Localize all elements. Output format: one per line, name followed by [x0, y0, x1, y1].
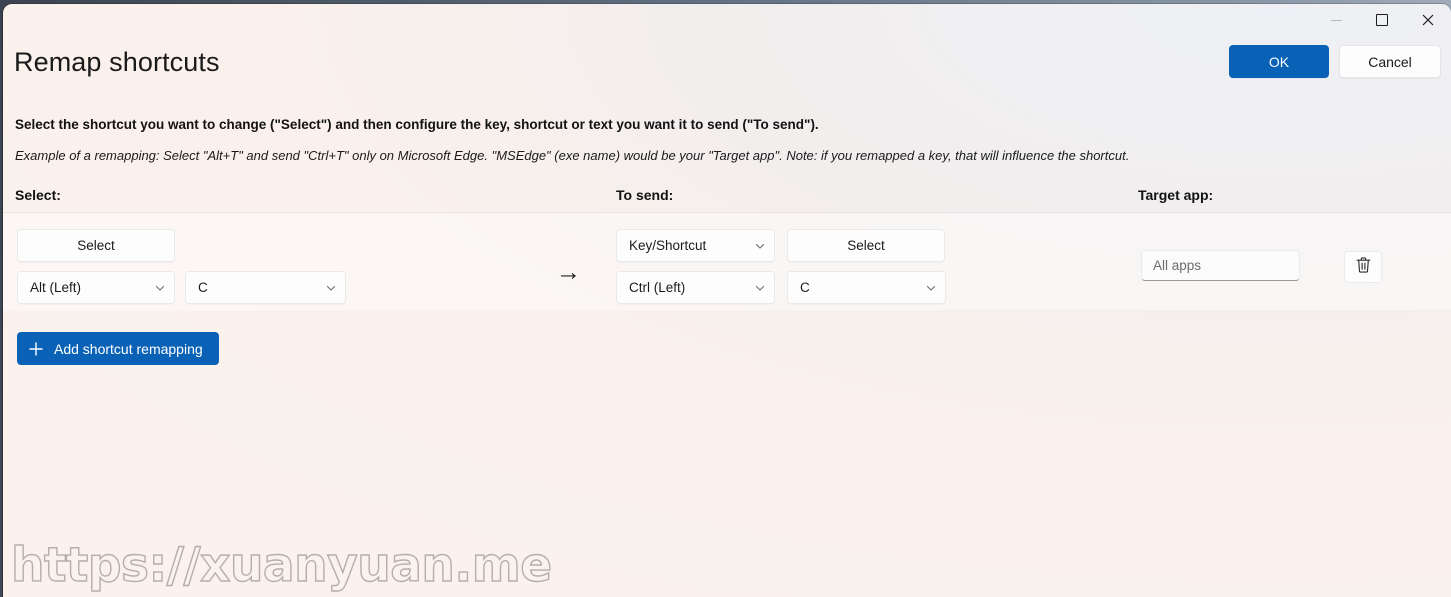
close-button[interactable]	[1405, 4, 1451, 36]
to-send-modifier-value: Ctrl (Left)	[629, 280, 686, 295]
ok-button[interactable]: OK	[1229, 45, 1329, 78]
to-send-key-value: C	[800, 280, 810, 295]
chevron-down-icon	[325, 282, 337, 294]
to-send-select-button[interactable]: Select	[787, 229, 945, 262]
add-shortcut-remapping-button[interactable]: Add shortcut remapping	[17, 332, 219, 365]
column-header-target-app: Target app:	[1138, 187, 1214, 203]
to-send-type-value: Key/Shortcut	[629, 238, 707, 253]
select-shortcut-button[interactable]: Select	[17, 229, 175, 262]
select-modifier-value: Alt (Left)	[30, 280, 82, 295]
title-bar	[3, 4, 1451, 36]
target-app-input[interactable]: All apps	[1141, 250, 1300, 281]
dialog-action-buttons: OK Cancel	[1229, 45, 1441, 78]
plus-icon	[28, 341, 44, 357]
window-caption-buttons	[1313, 4, 1451, 36]
maximize-button[interactable]	[1359, 4, 1405, 36]
to-send-type-dropdown[interactable]: Key/Shortcut	[616, 229, 775, 262]
close-icon	[1422, 14, 1434, 26]
chevron-down-icon	[754, 240, 766, 252]
description-example: Example of a remapping: Select "Alt+T" a…	[15, 148, 1130, 163]
add-shortcut-remapping-label: Add shortcut remapping	[54, 340, 203, 357]
select-key-dropdown[interactable]: C	[185, 271, 346, 304]
description-primary: Select the shortcut you want to change (…	[15, 117, 819, 132]
watermark: https://xuanyuan.me	[10, 537, 552, 593]
select-key-value: C	[198, 280, 208, 295]
delete-remapping-button[interactable]	[1344, 251, 1382, 283]
cancel-button[interactable]: Cancel	[1339, 45, 1441, 78]
chevron-down-icon	[154, 282, 166, 294]
column-header-to-send: To send:	[616, 187, 674, 203]
chevron-down-icon	[925, 282, 937, 294]
remap-shortcuts-window: Remap shortcuts OK Cancel Select the sho…	[3, 4, 1451, 597]
minimize-button[interactable]	[1313, 4, 1359, 36]
page-title: Remap shortcuts	[14, 47, 220, 77]
to-send-modifier-dropdown[interactable]: Ctrl (Left)	[616, 271, 775, 304]
to-send-key-dropdown[interactable]: C	[787, 271, 946, 304]
chevron-down-icon	[754, 282, 766, 294]
maximize-icon	[1376, 14, 1388, 26]
select-modifier-dropdown[interactable]: Alt (Left)	[17, 271, 175, 304]
column-header-select: Select:	[15, 187, 61, 203]
minimize-icon	[1330, 19, 1342, 21]
target-app-placeholder: All apps	[1153, 258, 1202, 273]
arrow-right-icon: →	[556, 258, 581, 286]
remap-row: Select Alt (Left) C → Key/Shortcut Selec…	[3, 213, 1451, 310]
trash-icon	[1355, 256, 1372, 279]
